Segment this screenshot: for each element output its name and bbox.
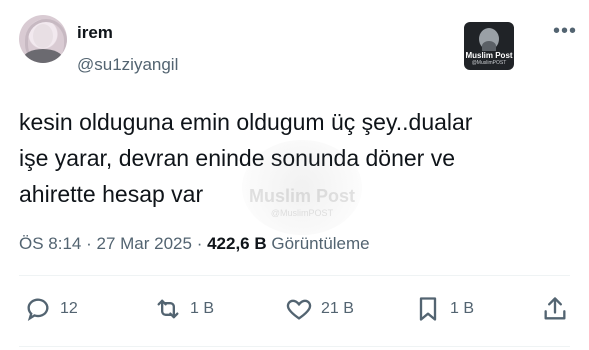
meta-separator: · xyxy=(196,234,208,253)
watermark: Muslim Post @MuslimPOST xyxy=(242,140,362,235)
share-button[interactable] xyxy=(541,292,569,326)
tweet-date[interactable]: 27 Mar 2025 xyxy=(97,234,192,253)
bookmark-icon xyxy=(419,297,437,321)
more-horizontal-icon[interactable]: ••• xyxy=(553,20,577,43)
like-count: 21 B xyxy=(321,300,354,317)
watermark-brand: Muslim Post xyxy=(248,186,355,206)
muslim-post-logo-badge: Muslim Post @MuslimPOST xyxy=(464,22,514,70)
bookmark-count: 1 B xyxy=(450,300,475,317)
avatar-body xyxy=(23,49,63,63)
repost-button[interactable]: 1 B xyxy=(154,292,214,326)
badge-subtitle: @MuslimPOST xyxy=(471,60,507,66)
reply-icon xyxy=(27,298,49,321)
tweet-meta: ÖS 8:14 · 27 Mar 2025 · 422,6 B Görüntül… xyxy=(19,234,370,254)
heart-icon xyxy=(286,299,312,320)
portrait-icon xyxy=(479,28,499,51)
like-button[interactable]: 21 B xyxy=(285,292,354,326)
views-label: Görüntüleme xyxy=(271,234,370,253)
views-count[interactable]: 422,6 B xyxy=(207,234,267,253)
author-name[interactable]: irem xyxy=(77,23,113,43)
repost-count: 1 B xyxy=(190,300,215,317)
bookmark-button[interactable]: 1 B xyxy=(414,292,474,326)
share-icon xyxy=(544,297,566,320)
reply-count: 12 xyxy=(60,300,78,317)
avatar[interactable] xyxy=(19,15,67,63)
author-handle[interactable]: @su1ziyangil xyxy=(77,55,178,75)
repost-icon xyxy=(157,299,179,319)
tweet-time[interactable]: ÖS 8:14 xyxy=(19,234,81,253)
meta-separator: · xyxy=(86,234,97,253)
badge-brand: Muslim Post xyxy=(465,51,513,60)
action-bar: 12 1 B 21 B 1 B xyxy=(0,292,589,326)
avatar-face xyxy=(33,24,53,48)
reply-button[interactable]: 12 xyxy=(24,292,78,326)
watermark-subtitle: @MuslimPOST xyxy=(270,208,334,218)
bottom-divider xyxy=(19,346,570,347)
divider xyxy=(19,275,570,276)
